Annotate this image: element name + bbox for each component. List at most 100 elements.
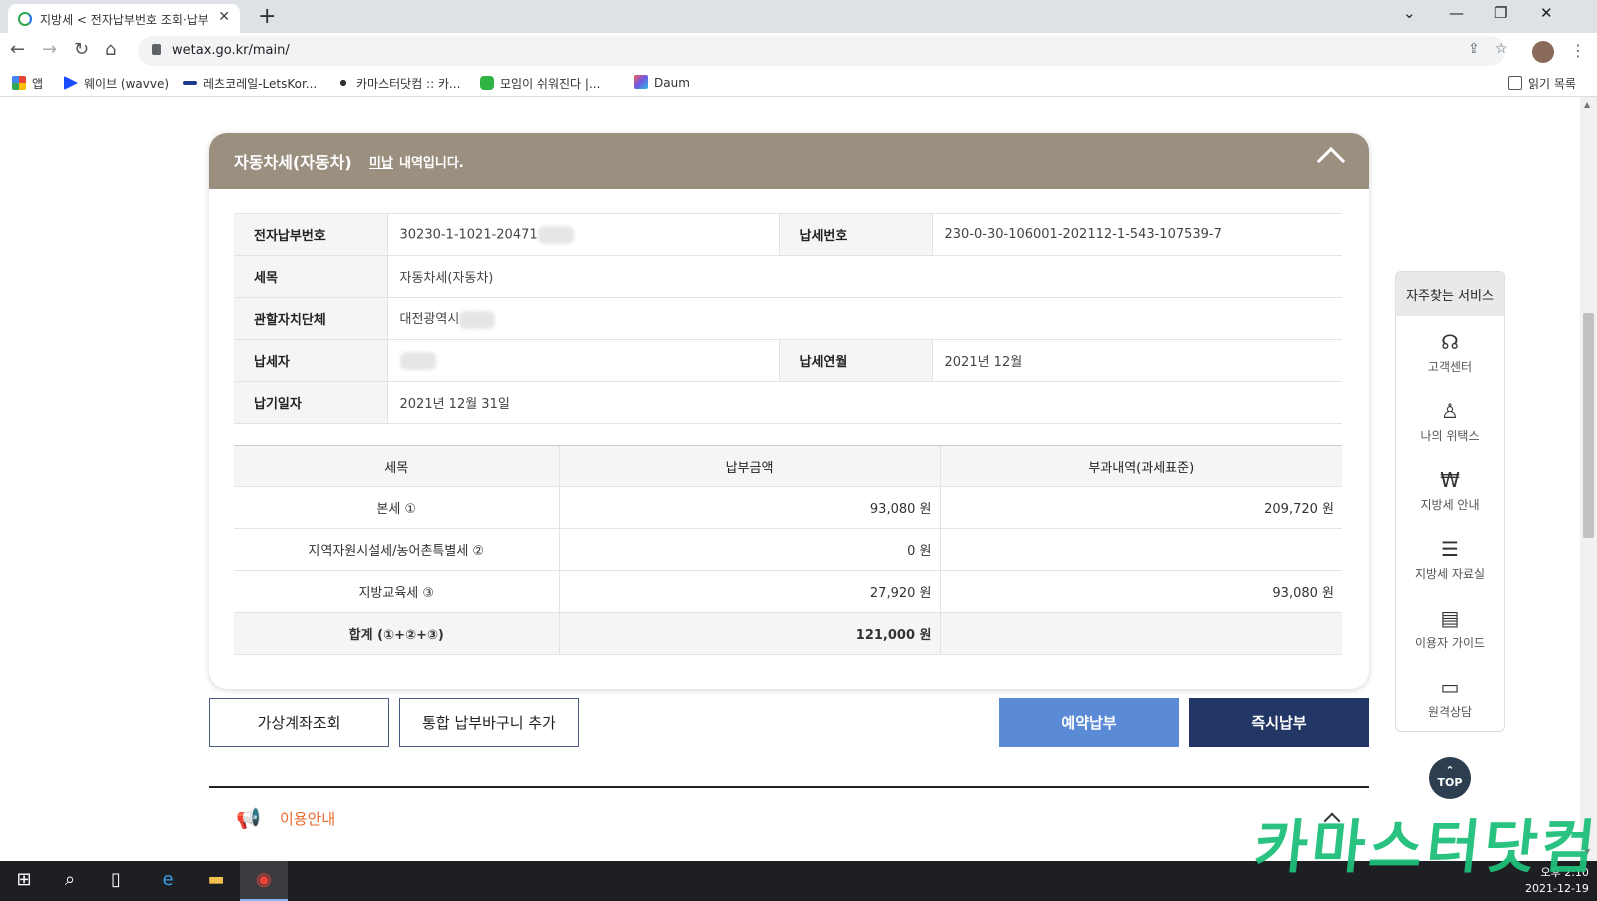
column-header: 납부금액 — [558, 445, 940, 487]
masked-value — [399, 351, 436, 370]
amount-cell: 93,080 원 — [558, 486, 940, 529]
total-base — [939, 612, 1342, 655]
card-title: 자동차세(자동차) — [234, 153, 352, 172]
usage-guide-label[interactable]: 이용안내 — [280, 808, 335, 829]
pay-now-button[interactable]: 즉시납부 — [1189, 698, 1369, 747]
due-date-value: 2021년 12월 31일 — [387, 381, 1342, 424]
windows-start-icon[interactable]: ⊞ — [0, 861, 48, 901]
bookmark-letskorail[interactable]: 레츠코레일-LetsKor... — [183, 75, 317, 92]
table-row: 전자납부번호 30230-1-1021-20471 납세번호 230-0-30-… — [234, 213, 1342, 256]
epay-number-label: 전자납부번호 — [234, 213, 388, 256]
bookmark-moim[interactable]: 모임이 쉬워진다 |... — [480, 75, 600, 92]
table-row: 지역자원시설세/농어촌특별세 ② 0 원 — [234, 528, 1342, 571]
quick-item-user-guide[interactable]: ▤ 이용자 가이드 — [1396, 592, 1504, 661]
virtual-account-button[interactable]: 가상계좌조회 — [209, 698, 389, 747]
quick-item-local-tax-guide[interactable]: ₩ 지방세 안내 — [1396, 454, 1504, 523]
scrollbar[interactable]: ▲ ▼ — [1580, 97, 1597, 861]
quick-services-panel: 자주찾는 서비스 ☊ 고객센터 ♙ 나의 위택스 ₩ 지방세 안내 ☰ 지방세 … — [1395, 271, 1505, 732]
minimize-icon[interactable]: — — [1449, 4, 1464, 22]
masked-value — [537, 225, 574, 244]
total-label: 합계 (①+②+③) — [234, 612, 559, 655]
reserve-pay-button[interactable]: 예약납부 — [999, 698, 1179, 747]
profile-avatar[interactable] — [1532, 41, 1554, 63]
table-row: 세목 자동차세(자동차) — [234, 255, 1342, 298]
taxpayer-label: 납세자 — [234, 339, 388, 382]
restore-icon[interactable]: ❐ — [1494, 4, 1507, 22]
bookmark-daum[interactable]: Daum — [634, 75, 690, 90]
site-favicon-icon — [18, 12, 32, 26]
bookmark-wavve[interactable]: 웨이브 (wavve) — [64, 75, 169, 92]
table-row: 본세 ① 93,080 원 209,720 원 — [234, 486, 1342, 529]
forward-icon[interactable]: → — [42, 39, 57, 60]
close-tab-icon[interactable]: ✕ — [218, 9, 230, 25]
tax-item-value: 자동차세(자동차) — [387, 255, 1342, 298]
tax-item-cell: 지방교육세 ③ — [234, 570, 559, 613]
authority-value: 대전광역시 — [387, 297, 1342, 340]
korail-icon — [183, 81, 197, 85]
tax-period-value: 2021년 12월 — [932, 339, 1342, 382]
lock-icon — [152, 44, 161, 55]
chevron-up-icon: ⌃ — [1445, 764, 1455, 777]
internet-explorer-icon[interactable]: e — [144, 861, 192, 901]
tax-detail-card: 자동차세(자동차) 미납 내역입니다. 전자납부번호 30230-1-1021-… — [209, 133, 1369, 689]
bookmark-apps[interactable]: 앱 — [12, 75, 43, 92]
band-icon — [480, 76, 494, 90]
scroll-top-button[interactable]: ⌃ TOP — [1429, 757, 1471, 799]
monitor-icon: ▭ — [1440, 675, 1460, 699]
reading-list[interactable]: 읽기 목록 — [1508, 75, 1576, 92]
url-text[interactable]: wetax.go.kr/main/ — [172, 43, 290, 58]
amount-cell: 0 원 — [558, 528, 940, 571]
address-bar[interactable]: wetax.go.kr/main/ ⇪ — [138, 36, 1505, 66]
scroll-up-icon[interactable]: ▲ — [1584, 100, 1590, 109]
scroll-thumb[interactable] — [1583, 313, 1594, 538]
headset-icon: ☊ — [1441, 330, 1459, 354]
bookmark-star-icon[interactable]: ☆ — [1495, 41, 1508, 57]
share-icon[interactable]: ⇪ — [1468, 41, 1480, 57]
tab-search-icon[interactable]: ⌄ — [1403, 4, 1416, 22]
tax-item-cell: 지역자원시설세/농어촌특별세 ② — [234, 528, 559, 571]
column-header: 부과내역(과세표준) — [939, 445, 1342, 487]
browser-titlebar: 지방세 < 전자납부번호 조회·납부 ✕ + ⌄ — ❐ ✕ — [0, 0, 1597, 33]
add-to-cart-button[interactable]: 통합 납부바구니 추가 — [399, 698, 579, 747]
chrome-icon[interactable]: ◉ — [240, 861, 288, 901]
list-icon: ☰ — [1441, 537, 1459, 561]
close-window-icon[interactable]: ✕ — [1540, 4, 1553, 22]
table-row: 지방교육세 ③ 27,920 원 93,080 원 — [234, 570, 1342, 613]
apps-grid-icon — [12, 76, 26, 90]
new-tab-button[interactable]: + — [258, 4, 276, 29]
reading-list-icon — [1508, 76, 1522, 90]
section-divider — [209, 786, 1369, 788]
bookmark-carmaster[interactable]: 카마스터닷컴 :: 카... — [336, 75, 460, 92]
browser-tab[interactable]: 지방세 < 전자납부번호 조회·납부 ✕ — [8, 4, 240, 33]
authority-label: 관할자치단체 — [234, 297, 388, 340]
quick-item-remote-support[interactable]: ▭ 원격상담 — [1396, 661, 1504, 730]
column-header: 세목 — [234, 445, 559, 487]
back-icon[interactable]: ← — [10, 39, 25, 60]
page-content: 자동차세(자동차) 미납 내역입니다. 전자납부번호 30230-1-1021-… — [0, 97, 1597, 861]
home-icon[interactable]: ⌂ — [105, 39, 116, 60]
table-row: 관할자치단체 대전광역시 — [234, 297, 1342, 340]
base-cell: 209,720 원 — [939, 486, 1342, 529]
quick-item-my-wetax[interactable]: ♙ 나의 위택스 — [1396, 385, 1504, 454]
tax-info-table: 전자납부번호 30230-1-1021-20471 납세번호 230-0-30-… — [234, 213, 1342, 424]
table-row: 납세자 납세연월 2021년 12월 — [234, 339, 1342, 382]
table-row: 납기일자 2021년 12월 31일 — [234, 381, 1342, 424]
task-view-icon[interactable]: ▯ — [92, 861, 140, 901]
file-explorer-icon[interactable]: ▬ — [192, 861, 240, 901]
card-header[interactable]: 자동차세(자동차) 미납 내역입니다. — [209, 133, 1369, 189]
payment-status: 미납 — [369, 156, 393, 171]
tax-period-label: 납세연월 — [778, 339, 933, 382]
watermark-logo: 카마스터닷컴 — [1250, 813, 1597, 881]
collapse-chevron-icon[interactable] — [1316, 146, 1346, 176]
quick-item-local-tax-archive[interactable]: ☰ 지방세 자료실 — [1396, 523, 1504, 592]
menu-icon[interactable]: ⋮ — [1570, 41, 1586, 60]
browser-toolbar: ← → ↻ ⌂ wetax.go.kr/main/ ⇪ ☆ ⋮ — [0, 33, 1597, 69]
bookmarks-bar: 앱 웨이브 (wavve) 레츠코레일-LetsKor... 카마스터닷컴 ::… — [0, 69, 1597, 97]
money-bag-icon: ₩ — [1440, 468, 1460, 492]
quick-item-customer-center[interactable]: ☊ 고객센터 — [1396, 316, 1504, 385]
tax-item-cell: 본세 ① — [234, 486, 559, 529]
search-icon[interactable]: ⌕ — [46, 861, 94, 901]
person-icon: ♙ — [1441, 399, 1459, 423]
megaphone-icon: 📢 — [236, 806, 261, 830]
reload-icon[interactable]: ↻ — [74, 39, 89, 60]
